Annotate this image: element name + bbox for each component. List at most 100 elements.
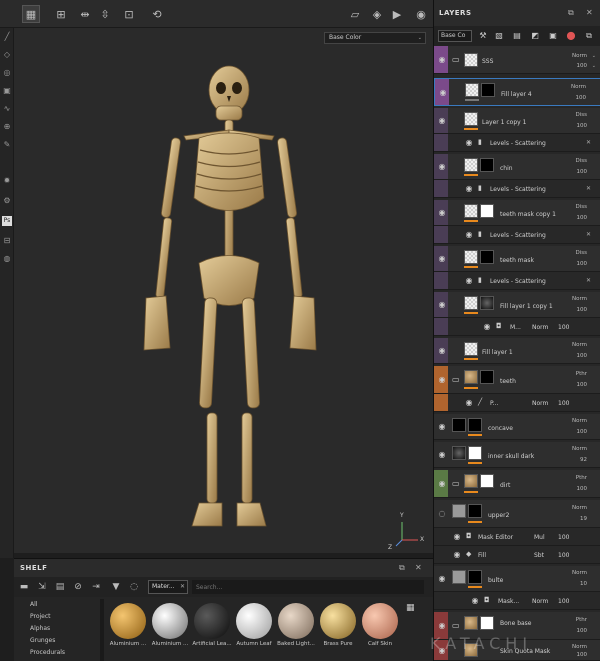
- eye-icon[interactable]: ◉: [438, 89, 448, 97]
- effect-row[interactable]: ◉ ◘ Mask... Norm 100: [434, 592, 600, 610]
- undock-icon[interactable]: ⧉: [399, 563, 405, 573]
- opacity-value[interactable]: 100: [577, 261, 588, 267]
- opacity-value[interactable]: 100: [577, 382, 588, 388]
- folder-icon[interactable]: ▬: [18, 581, 30, 593]
- blend-mode[interactable]: Norm: [571, 84, 586, 90]
- opacity-value[interactable]: 19: [580, 516, 587, 522]
- photoshop-icon[interactable]: Ps: [2, 216, 12, 226]
- grid-view-icon[interactable]: ▦: [406, 603, 415, 613]
- blend-mode[interactable]: Norm: [572, 644, 587, 650]
- opacity-value[interactable]: 100: [577, 486, 588, 492]
- cube-icon[interactable]: ◈: [368, 5, 386, 23]
- frame-icon[interactable]: ⊡: [120, 5, 138, 23]
- effect-row[interactable]: ◉ ▮ Levels - Scattering ✕: [434, 226, 600, 244]
- layer-row[interactable]: ◉ chin Diss 100: [434, 154, 600, 180]
- filter-icon[interactable]: ▼: [110, 581, 122, 593]
- eye-icon[interactable]: ◉: [482, 323, 492, 331]
- mirror-vertical-icon[interactable]: ⇳: [96, 5, 114, 23]
- opacity-value[interactable]: 100: [577, 63, 588, 69]
- geometry-fill-icon[interactable]: ▣: [2, 86, 12, 96]
- blend-mode[interactable]: Pthr: [576, 475, 587, 481]
- effect-row[interactable]: ◉ ▮ Levels - Scattering ✕: [434, 180, 600, 198]
- material-item[interactable]: Baked Light...: [276, 603, 316, 647]
- close-icon[interactable]: ✕: [586, 139, 591, 146]
- blend-mode[interactable]: Mul: [534, 534, 545, 541]
- layer-row[interactable]: ◌ upper2 Norm 19: [434, 500, 600, 528]
- blend-mode[interactable]: Norm: [572, 570, 587, 576]
- material-item[interactable]: Calf Skin: [360, 603, 400, 647]
- export-icon[interactable]: ⊟: [2, 236, 12, 246]
- smudge-icon[interactable]: ∿: [2, 104, 12, 114]
- layer-row[interactable]: ◉ teeth mask copy 1 Diss 100: [434, 200, 600, 226]
- eye-icon[interactable]: ◌: [437, 510, 447, 518]
- category-all[interactable]: All: [14, 599, 100, 611]
- blend-mode[interactable]: Pthr: [576, 371, 587, 377]
- effect-row[interactable]: ◉ ◘ Mask Editor Mul 100: [434, 528, 600, 546]
- close-icon[interactable]: ✕: [586, 277, 591, 284]
- eye-icon[interactable]: ◉: [437, 56, 447, 64]
- blend-mode[interactable]: Norm: [572, 418, 587, 424]
- add-layer-icon[interactable]: ▤: [512, 31, 522, 41]
- eye-icon[interactable]: ◉: [464, 399, 474, 407]
- layer-row[interactable]: ◉ Fill layer 1 copy 1 Norm 100: [434, 292, 600, 318]
- layer-row-selected[interactable]: ◉ Fill layer 4 Norm 100: [434, 78, 600, 106]
- eye-icon[interactable]: ◉: [437, 622, 447, 630]
- eye-icon[interactable]: ◉: [437, 376, 447, 384]
- sun-icon[interactable]: ✹: [2, 176, 12, 186]
- opacity-value[interactable]: 100: [576, 95, 587, 101]
- folder-icon[interactable]: ▭: [452, 480, 461, 488]
- blend-mode[interactable]: Norm: [572, 342, 587, 348]
- layer-row[interactable]: ◉ teeth mask Diss 100: [434, 246, 600, 272]
- layer-row[interactable]: ◉ Fill layer 1 Norm 100: [434, 338, 600, 364]
- eye-icon[interactable]: ◉: [437, 480, 447, 488]
- close-icon[interactable]: ✕: [586, 8, 593, 17]
- camera-video-icon[interactable]: ▶: [388, 5, 406, 23]
- eye-icon[interactable]: ◉: [437, 117, 447, 125]
- search-input[interactable]: [192, 580, 424, 594]
- effect-row[interactable]: ◉ ▮ Levels - Scattering ✕: [434, 134, 600, 152]
- opacity-value[interactable]: 100: [577, 307, 588, 313]
- opacity-value[interactable]: 100: [577, 353, 588, 359]
- export-icon[interactable]: ⇥: [90, 581, 102, 593]
- material-item[interactable]: Aluminium ...: [108, 603, 148, 647]
- opacity-value[interactable]: 100: [558, 324, 569, 331]
- close-icon[interactable]: ✕: [180, 581, 185, 593]
- add-mask-icon[interactable]: ▧: [494, 31, 504, 41]
- layer-channel-select[interactable]: Base Co: [438, 30, 472, 42]
- delete-icon[interactable]: ⬤: [566, 31, 576, 41]
- 3d-viewport[interactable]: Base Color ⌄ X Y Z: [14, 28, 433, 553]
- material-item[interactable]: Aluminium ...: [150, 603, 190, 647]
- opacity-value[interactable]: 100: [577, 652, 588, 658]
- eye-icon[interactable]: ◉: [437, 163, 447, 171]
- category-grunges[interactable]: Grunges: [14, 635, 100, 647]
- eye-icon[interactable]: ◉: [470, 597, 480, 605]
- blend-mode[interactable]: Diss: [576, 204, 588, 210]
- blend-mode[interactable]: Norm: [572, 296, 587, 302]
- eye-icon[interactable]: ◉: [464, 231, 474, 239]
- layer-row[interactable]: ◉ ▭ SSS Norm 100 ⌄ ⌄: [434, 46, 600, 74]
- scrollbar[interactable]: [100, 599, 104, 661]
- folder-icon[interactable]: ▭: [452, 56, 461, 64]
- opacity-value[interactable]: 100: [577, 215, 588, 221]
- opacity-value[interactable]: 100: [558, 400, 569, 407]
- opacity-value[interactable]: 100: [577, 123, 588, 129]
- multi-grid-icon[interactable]: ⊞: [52, 5, 70, 23]
- chevron-down-icon[interactable]: ⌄: [592, 53, 596, 59]
- eye-icon[interactable]: ◉: [452, 533, 462, 541]
- material-item[interactable]: Brass Pure: [318, 603, 358, 647]
- eye-icon[interactable]: ◉: [437, 575, 447, 583]
- eye-icon[interactable]: ◉: [437, 347, 447, 355]
- add-group-icon[interactable]: ▣: [548, 31, 558, 41]
- filter-chip[interactable]: Mater... ✕: [148, 580, 188, 594]
- eye-icon[interactable]: ◉: [464, 139, 474, 147]
- refresh-icon[interactable]: ◌: [128, 581, 140, 593]
- layer-row[interactable]: ◉ concave Norm 100: [434, 414, 600, 440]
- blend-mode[interactable]: Norm: [572, 446, 587, 452]
- settings-icon[interactable]: ⚙: [2, 196, 12, 206]
- layout-icon[interactable]: ▱: [346, 5, 364, 23]
- add-fill-layer-icon[interactable]: ◩: [530, 31, 540, 41]
- close-icon[interactable]: ✕: [586, 185, 591, 192]
- picker-icon[interactable]: ✎: [2, 140, 12, 150]
- screenshot-icon[interactable]: ◉: [412, 5, 430, 23]
- folder-icon[interactable]: ▭: [452, 376, 461, 384]
